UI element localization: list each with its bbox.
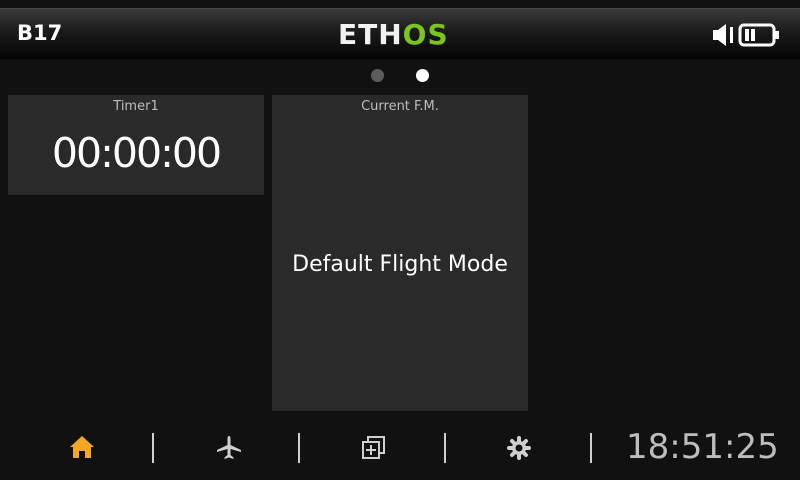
airplane-icon: [217, 436, 241, 459]
timer-widget[interactable]: Timer1 00:00:00: [8, 95, 264, 195]
timer-value: 00:00:00: [51, 129, 222, 177]
flight-mode-value: Default Flight Mode: [292, 252, 508, 277]
clock: 18:51:25: [626, 427, 779, 467]
page-indicator: [364, 69, 434, 85]
flight-mode-widget[interactable]: Current F.M. Default Flight Mode: [272, 95, 528, 411]
model-name[interactable]: B17: [17, 21, 62, 45]
nav-separator: [590, 433, 592, 463]
model-button[interactable]: [208, 432, 248, 464]
logo-part-eth: ETH: [338, 18, 403, 51]
system-button[interactable]: [353, 432, 393, 464]
nav-separator: [444, 433, 446, 463]
logo-part-os: OS: [402, 18, 449, 51]
home-icon: [70, 436, 94, 458]
page-dot-1[interactable]: [371, 69, 384, 82]
speaker-icon[interactable]: [712, 22, 734, 48]
status-icons: [712, 21, 782, 49]
nav-separator: [152, 433, 154, 463]
system-icon: [362, 436, 385, 459]
ethos-logo: ETHOS: [338, 18, 449, 51]
home-button[interactable]: [61, 432, 101, 464]
bottom-nav: 18:51:25: [0, 420, 800, 480]
gear-icon: [507, 436, 531, 460]
flight-mode-title: Current F.M.: [361, 99, 439, 114]
settings-button[interactable]: [498, 432, 538, 464]
top-bar: B17 ETHOS: [0, 8, 800, 59]
page-dot-2[interactable]: [416, 69, 429, 82]
battery-icon[interactable]: [738, 22, 782, 48]
timer-title: Timer1: [113, 99, 159, 114]
nav-separator: [298, 433, 300, 463]
